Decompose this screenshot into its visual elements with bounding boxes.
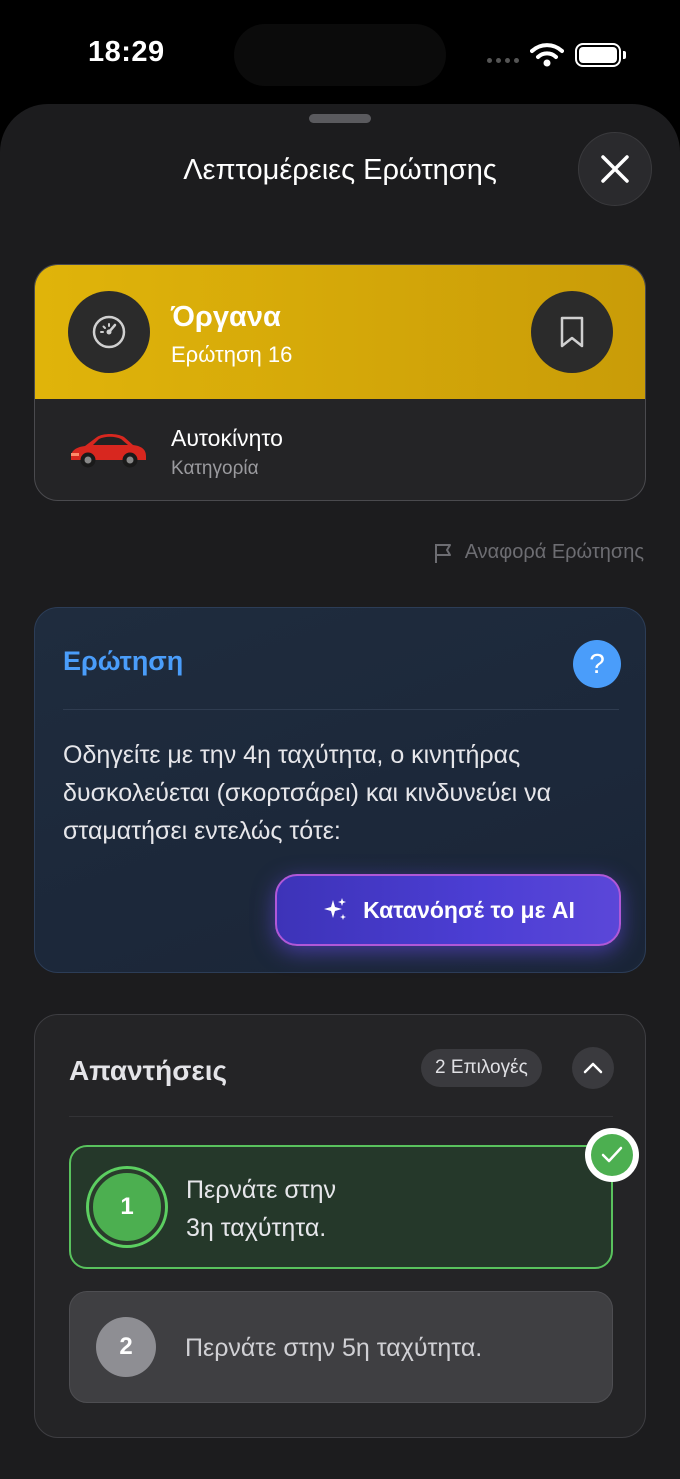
answer-option-1[interactable]: 1 Περνάτε στην 3η ταχύτητα. [69, 1145, 613, 1269]
battery-icon [575, 43, 626, 67]
answer-number-badge: 2 [96, 1317, 156, 1377]
checkmark-icon [601, 1146, 623, 1163]
answer-number-badge: 1 [89, 1169, 165, 1245]
divider [63, 709, 619, 710]
gauge-icon [92, 315, 126, 349]
chevron-up-icon [583, 1062, 603, 1074]
question-heading: Ερώτηση [63, 646, 184, 676]
question-card: Ερώτηση ? Οδηγείτε με την 4η ταχύτητα, ο… [34, 607, 646, 973]
category-label: Κατηγορία [171, 458, 259, 479]
report-label: Αναφορά Ερώτησης [464, 541, 644, 563]
answers-card: Απαντήσεις 2 Επιλογές 1 Περνάτε στην 3η … [34, 1014, 646, 1438]
bookmark-icon [560, 316, 584, 348]
category-name: Αυτοκίνητο [171, 425, 283, 451]
flag-icon [434, 543, 451, 563]
sheet-grabber[interactable] [309, 114, 371, 123]
collapse-answers-button[interactable] [572, 1047, 614, 1089]
cellular-signal-icon [487, 58, 519, 63]
answer-text: Περνάτε στην 5η ταχύτητα. [185, 1334, 483, 1362]
understand-with-ai-button[interactable]: Κατανόησέ το με AI [275, 874, 621, 946]
help-button[interactable]: ? [573, 640, 621, 688]
status-time: 18:29 [88, 36, 165, 68]
topic-icon-circle [68, 291, 150, 373]
report-question-link[interactable]: Αναφορά Ερώτησης [433, 541, 644, 564]
answers-title: Απαντήσεις [69, 1055, 228, 1086]
red-car-icon [71, 434, 146, 468]
close-icon [601, 155, 629, 183]
dynamic-island [234, 24, 446, 86]
correct-answer-badge [585, 1128, 639, 1182]
question-mark-icon: ? [589, 648, 605, 679]
ai-button-label: Κατανόησέ το με AI [363, 896, 575, 923]
question-details-sheet: Λεπτομέρειες Ερώτησης Όργανα Ερώτηση 16 [0, 104, 680, 1479]
answer-option-2[interactable]: 2 Περνάτε στην 5η ταχύτητα. [69, 1291, 613, 1403]
divider [69, 1116, 613, 1117]
status-bar: 18:29 [0, 0, 680, 100]
topic-card: Όργανα Ερώτηση 16 Αυτοκίνητο Κατηγορία [34, 264, 646, 501]
answer-text: Περνάτε στην 3η ταχύτητα. [186, 1176, 337, 1242]
topic-title: Όργανα [171, 301, 281, 333]
close-button[interactable] [578, 132, 652, 206]
wifi-icon [530, 43, 564, 67]
topic-header: Όργανα Ερώτηση 16 [35, 265, 645, 399]
question-number: Ερώτηση 16 [171, 342, 293, 367]
bookmark-button[interactable] [531, 291, 613, 373]
question-text: Οδηγείτε με την 4η ταχύτητα, ο κινητήρας… [63, 741, 552, 845]
sparkles-icon [324, 898, 347, 920]
options-count-badge: 2 Επιλογές [421, 1049, 542, 1087]
